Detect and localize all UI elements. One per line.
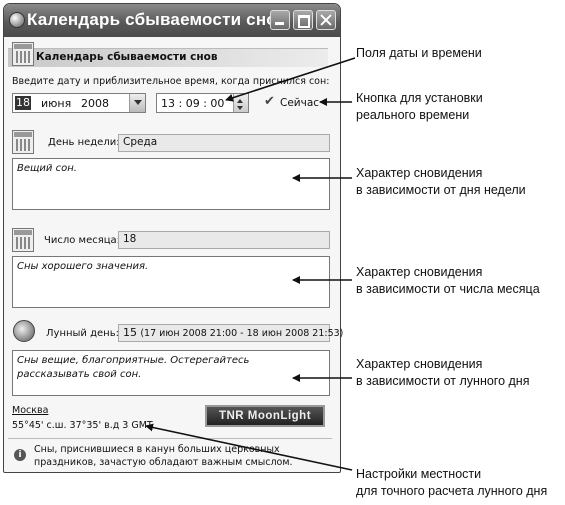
arrow-datetime (225, 57, 356, 102)
arrow-location (145, 423, 353, 471)
annotation-arrows (145, 57, 356, 471)
